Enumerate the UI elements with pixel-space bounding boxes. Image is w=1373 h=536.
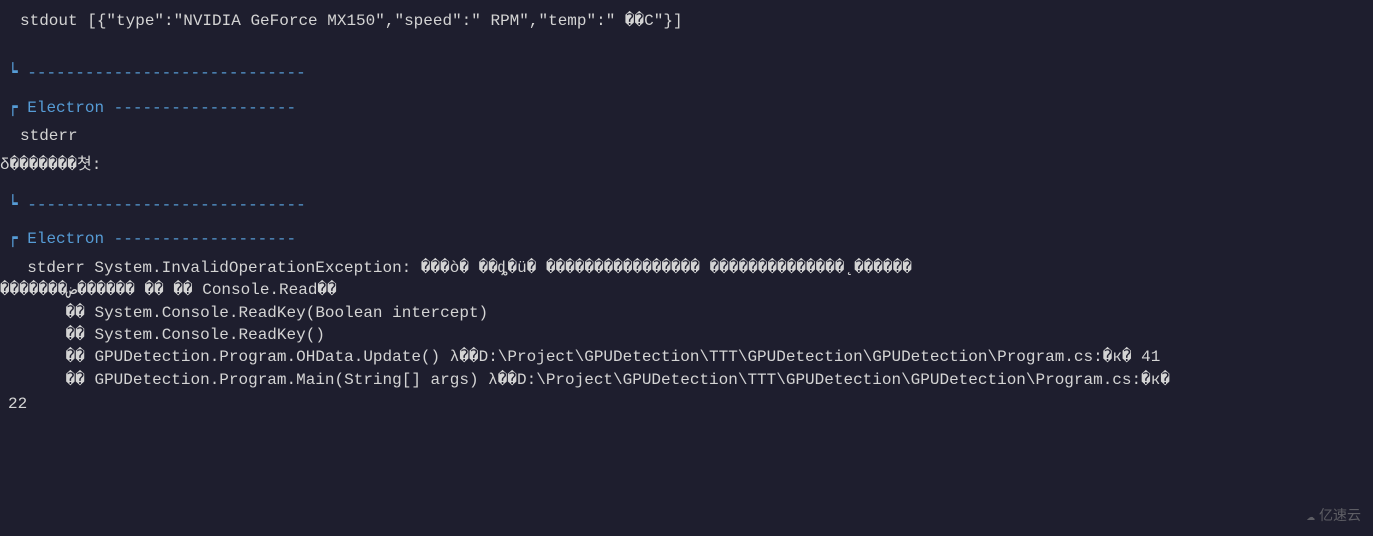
exception-block: stderr System.InvalidOperationException:… — [0, 257, 1373, 391]
line-number: 22 — [0, 393, 1373, 415]
exception-line-2: �������ض��򡣳���� �� �� Console.Read�� — [0, 279, 1373, 301]
stack-trace-line-1: �� System.Console.ReadKey(Boolean interc… — [0, 302, 1373, 324]
cloud-icon: ☁ — [1307, 508, 1315, 528]
stderr-label: stderr — [20, 125, 1373, 147]
stack-trace-line-3: �� GPUDetection.Program.OHData.Update() … — [0, 346, 1373, 368]
terminal-output: stdout [{"type":"NVIDIA GeForce MX150","… — [0, 10, 1373, 415]
divider-top-1: ┕ ----------------------------- — [0, 62, 1373, 84]
electron-header-2: ┍ Electron ------------------- — [0, 228, 1373, 250]
stack-trace-line-4: �� GPUDetection.Program.Main(String[] ar… — [0, 369, 1373, 391]
electron-header-1: ┍ Electron ------------------- — [0, 97, 1373, 119]
stderr-garbled-1: δ�������쳣: — [0, 154, 1373, 176]
divider-bottom-1: ┕ ----------------------------- — [0, 194, 1373, 216]
watermark-text: 亿速云 — [1319, 508, 1361, 528]
exception-line-1: stderr System.InvalidOperationException:… — [0, 257, 1373, 279]
watermark: ☁ 亿速云 — [1307, 508, 1361, 528]
stack-trace-line-2: �� System.Console.ReadKey() — [0, 324, 1373, 346]
stdout-line: stdout [{"type":"NVIDIA GeForce MX150","… — [0, 10, 1373, 32]
stderr-block-1: stderr — [0, 125, 1373, 147]
